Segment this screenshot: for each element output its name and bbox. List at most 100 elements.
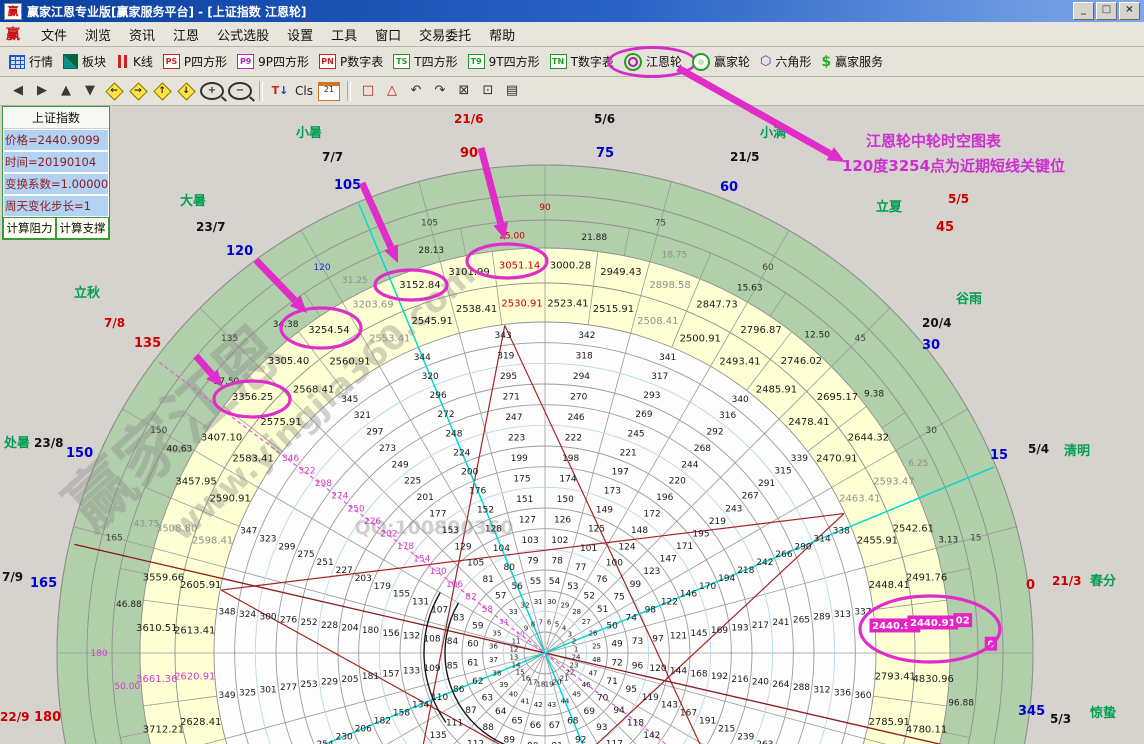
svg-text:123: 123 — [643, 567, 660, 577]
toolbar-p-shuzibiao[interactable]: PNP数字表 — [314, 51, 388, 72]
calc-support-button[interactable]: 计算支撑 — [56, 217, 109, 239]
svg-text:148: 148 — [631, 526, 648, 536]
toolbar-nav-right[interactable]: ▶ — [32, 81, 52, 101]
toolbar-9p-sifangxing[interactable]: P99P四方形 — [232, 51, 314, 72]
maximize-button[interactable]: □ — [1096, 2, 1117, 20]
toolbar-bankuai[interactable]: 板块 — [58, 51, 111, 72]
toolbar-yingjia-fuwu[interactable]: $赢家服务 — [816, 51, 888, 72]
degree-label-60: 60 — [720, 180, 738, 195]
svg-text:9.38: 9.38 — [864, 390, 884, 400]
svg-text:97: 97 — [652, 634, 663, 644]
toolbar-yingjialun[interactable]: 赢家轮 — [687, 51, 755, 73]
menu-6[interactable]: 工具 — [322, 27, 366, 46]
svg-text:125: 125 — [588, 525, 605, 535]
degree-label-135: 135 — [134, 336, 161, 351]
svg-text:111: 111 — [446, 719, 463, 729]
toolbar-fullscreen[interactable]: ⊠ — [454, 81, 474, 101]
close-button[interactable]: × — [1119, 2, 1140, 20]
toolbar-pan-left[interactable]: ← — [104, 81, 124, 101]
svg-text:36: 36 — [489, 643, 498, 651]
svg-text:200: 200 — [461, 467, 478, 477]
info-row-2: 变换系数=1.00000 — [3, 173, 109, 195]
svg-text:177: 177 — [429, 510, 446, 520]
toolbar-p-sifangxing[interactable]: PSP四方形 — [158, 51, 232, 72]
svg-text:25.00: 25.00 — [499, 231, 525, 241]
svg-text:75: 75 — [655, 218, 666, 228]
menu-1[interactable]: 浏览 — [76, 27, 120, 46]
toolbar-nav-up[interactable]: ▲ — [56, 81, 76, 101]
toolbar-t-shuzibiao[interactable]: TNT数字表 — [545, 51, 619, 72]
toolbar-jiangenlun[interactable]: 江恩轮 — [619, 51, 687, 73]
menu-7[interactable]: 窗口 — [366, 27, 410, 46]
toolbar-zoom-out[interactable]: − — [228, 82, 252, 100]
toolbar-time-down[interactable]: T↓ — [270, 81, 290, 101]
svg-text:218: 218 — [737, 566, 754, 576]
svg-text:95: 95 — [626, 685, 637, 695]
svg-text:245: 245 — [627, 429, 644, 439]
svg-text:264: 264 — [772, 680, 789, 690]
menu-5[interactable]: 设置 — [278, 27, 322, 46]
menu-3[interactable]: 江恩 — [164, 27, 208, 46]
toolbar-pan-up[interactable]: ↑ — [152, 81, 172, 101]
svg-text:251: 251 — [317, 558, 334, 568]
toolbar-pan-down[interactable]: ↓ — [176, 81, 196, 101]
minimize-button[interactable]: _ — [1073, 2, 1094, 20]
menu-4[interactable]: 公式选股 — [208, 27, 278, 46]
svg-text:77: 77 — [575, 563, 586, 573]
toolbar-zoom-in[interactable]: + — [200, 82, 224, 100]
svg-text:1: 1 — [574, 645, 578, 653]
toolbar-pan-right[interactable]: → — [128, 81, 148, 101]
toolbar-nav-left[interactable]: ◀ — [8, 81, 28, 101]
date-label-5-6: 5/6 — [594, 112, 615, 126]
svg-text:2542.61: 2542.61 — [893, 523, 934, 534]
svg-text:3254.54: 3254.54 — [308, 325, 349, 336]
toolbar-cls[interactable]: Cls — [294, 81, 314, 101]
svg-text:204: 204 — [341, 623, 358, 633]
window-chrome: 赢 赢家江恩专业版[赢家服务平台] - [上证指数 江恩轮] _ □ × 赢 文… — [0, 0, 1144, 106]
svg-text:93: 93 — [596, 723, 607, 733]
toolbar-liujiaoxing[interactable]: ⬡六角形 — [755, 51, 816, 72]
menu-2[interactable]: 资讯 — [120, 27, 164, 46]
svg-text:135: 135 — [221, 334, 238, 344]
svg-text:3152.84: 3152.84 — [399, 280, 440, 291]
svg-text:197: 197 — [612, 467, 629, 477]
toolbar-shrink[interactable]: ⊡ — [478, 81, 498, 101]
svg-text:58: 58 — [482, 605, 494, 615]
svg-text:149: 149 — [596, 506, 613, 516]
menu-0[interactable]: 文件 — [32, 27, 76, 46]
svg-text:4: 4 — [562, 625, 567, 633]
svg-text:172: 172 — [644, 510, 661, 520]
svg-text:34.38: 34.38 — [273, 320, 299, 330]
toolbar-hangqing[interactable]: 行情 — [4, 51, 58, 72]
svg-text:102: 102 — [551, 536, 568, 546]
toolbar-9t-sifangxing[interactable]: T99T四方形 — [463, 51, 545, 72]
solar-term-小满: 小满 — [760, 122, 786, 141]
svg-text:250: 250 — [348, 504, 365, 514]
svg-text:342: 342 — [578, 331, 595, 341]
svg-text:30: 30 — [547, 598, 556, 606]
menu-8[interactable]: 交易委托 — [410, 27, 480, 46]
toolbar-rotate-cw[interactable]: ↷ — [430, 81, 450, 101]
svg-text:339: 339 — [791, 454, 808, 464]
toolbar-calendar[interactable]: 21 — [318, 82, 340, 101]
toolbar-draw-triangle[interactable]: △ — [382, 81, 402, 101]
toolbar-nav-down[interactable]: ▼ — [80, 81, 100, 101]
date-label-7-9: 7/9 — [2, 570, 23, 584]
menu-9[interactable]: 帮助 — [480, 27, 524, 46]
svg-text:3712.21: 3712.21 — [143, 724, 184, 735]
svg-text:199: 199 — [511, 454, 528, 464]
toolbar-rotate-ccw[interactable]: ↶ — [406, 81, 426, 101]
toolbar-t-sifangxing[interactable]: TST四方形 — [388, 51, 462, 72]
toolbar-kxian[interactable]: K线 — [111, 51, 158, 72]
svg-text:108: 108 — [423, 634, 440, 644]
toolbar-draw-rect[interactable]: □ — [358, 81, 378, 101]
svg-text:173: 173 — [604, 487, 621, 497]
svg-text:90: 90 — [539, 203, 551, 213]
svg-text:167: 167 — [680, 709, 697, 719]
gann-wheel-chart[interactable]: 赢家江恩www.yingjia360.comQQ:100800360153045… — [0, 0, 1144, 744]
svg-text:2695.17: 2695.17 — [817, 392, 858, 403]
toolbar-presentation[interactable]: ▤ — [502, 81, 522, 101]
degree-label-120: 120 — [226, 244, 253, 259]
svg-text:109: 109 — [423, 664, 440, 674]
calc-resistance-button[interactable]: 计算阻力 — [3, 217, 56, 239]
